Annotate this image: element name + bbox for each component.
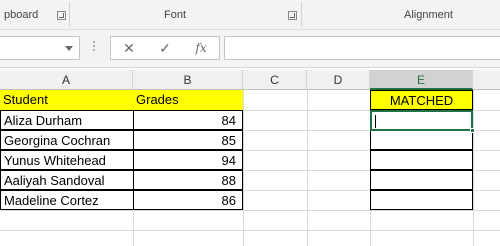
group-divider [301, 2, 302, 26]
active-cell[interactable] [370, 110, 475, 133]
header-cell-student[interactable]: Student [0, 90, 133, 110]
grade-cell[interactable]: 94 [133, 150, 243, 170]
header-cell-matched[interactable]: MATCHED [370, 90, 473, 110]
grade-cell[interactable]: 86 [133, 190, 243, 210]
matched-cell[interactable] [370, 190, 473, 210]
column-header-a[interactable]: A [0, 70, 133, 90]
font-group-label: Font [164, 9, 187, 21]
student-cell[interactable]: Aliza Durham [0, 110, 134, 130]
formula-input[interactable] [224, 36, 500, 60]
grade-cell[interactable]: 84 [133, 110, 243, 130]
group-divider [69, 2, 70, 26]
name-box[interactable] [0, 36, 80, 60]
student-cell[interactable]: Yunus Whitehead [0, 150, 134, 170]
clipboard-group-label: pboard [4, 9, 39, 21]
text-cursor [375, 115, 376, 128]
column-header-c[interactable]: C [243, 70, 307, 90]
header-cell-grades[interactable]: Grades [133, 90, 243, 110]
matched-cell[interactable] [370, 130, 473, 150]
formula-buttons: ✕ ✓ fx [110, 36, 220, 60]
column-header-b[interactable]: B [133, 70, 243, 90]
column-header-d[interactable]: D [307, 70, 370, 90]
insert-function-icon[interactable]: fx [189, 39, 213, 57]
chevron-down-icon[interactable] [65, 46, 73, 51]
ribbon-group-labels: pboard Font Alignment [0, 0, 500, 30]
drag-handle-icon[interactable] [92, 39, 96, 57]
matched-cell[interactable] [370, 150, 473, 170]
student-cell[interactable]: Madeline Cortez [0, 190, 134, 210]
clipboard-launcher-icon[interactable] [57, 11, 66, 20]
grade-cell[interactable]: 85 [133, 130, 243, 150]
student-cell[interactable]: Aaliyah Sandoval [0, 170, 134, 190]
student-cell[interactable]: Georgina Cochran [0, 130, 134, 150]
font-launcher-icon[interactable] [288, 11, 297, 20]
alignment-group-label: Alignment [404, 9, 453, 21]
close-icon[interactable]: ✕ [117, 39, 141, 57]
column-header-f[interactable] [473, 70, 500, 90]
formula-bar: ✕ ✓ fx [0, 30, 500, 68]
checkmark-icon[interactable]: ✓ [153, 39, 177, 57]
grade-cell[interactable]: 88 [133, 170, 243, 190]
matched-cell[interactable] [370, 170, 473, 190]
column-header-e[interactable]: E [370, 70, 473, 90]
fill-handle[interactable] [470, 128, 475, 133]
